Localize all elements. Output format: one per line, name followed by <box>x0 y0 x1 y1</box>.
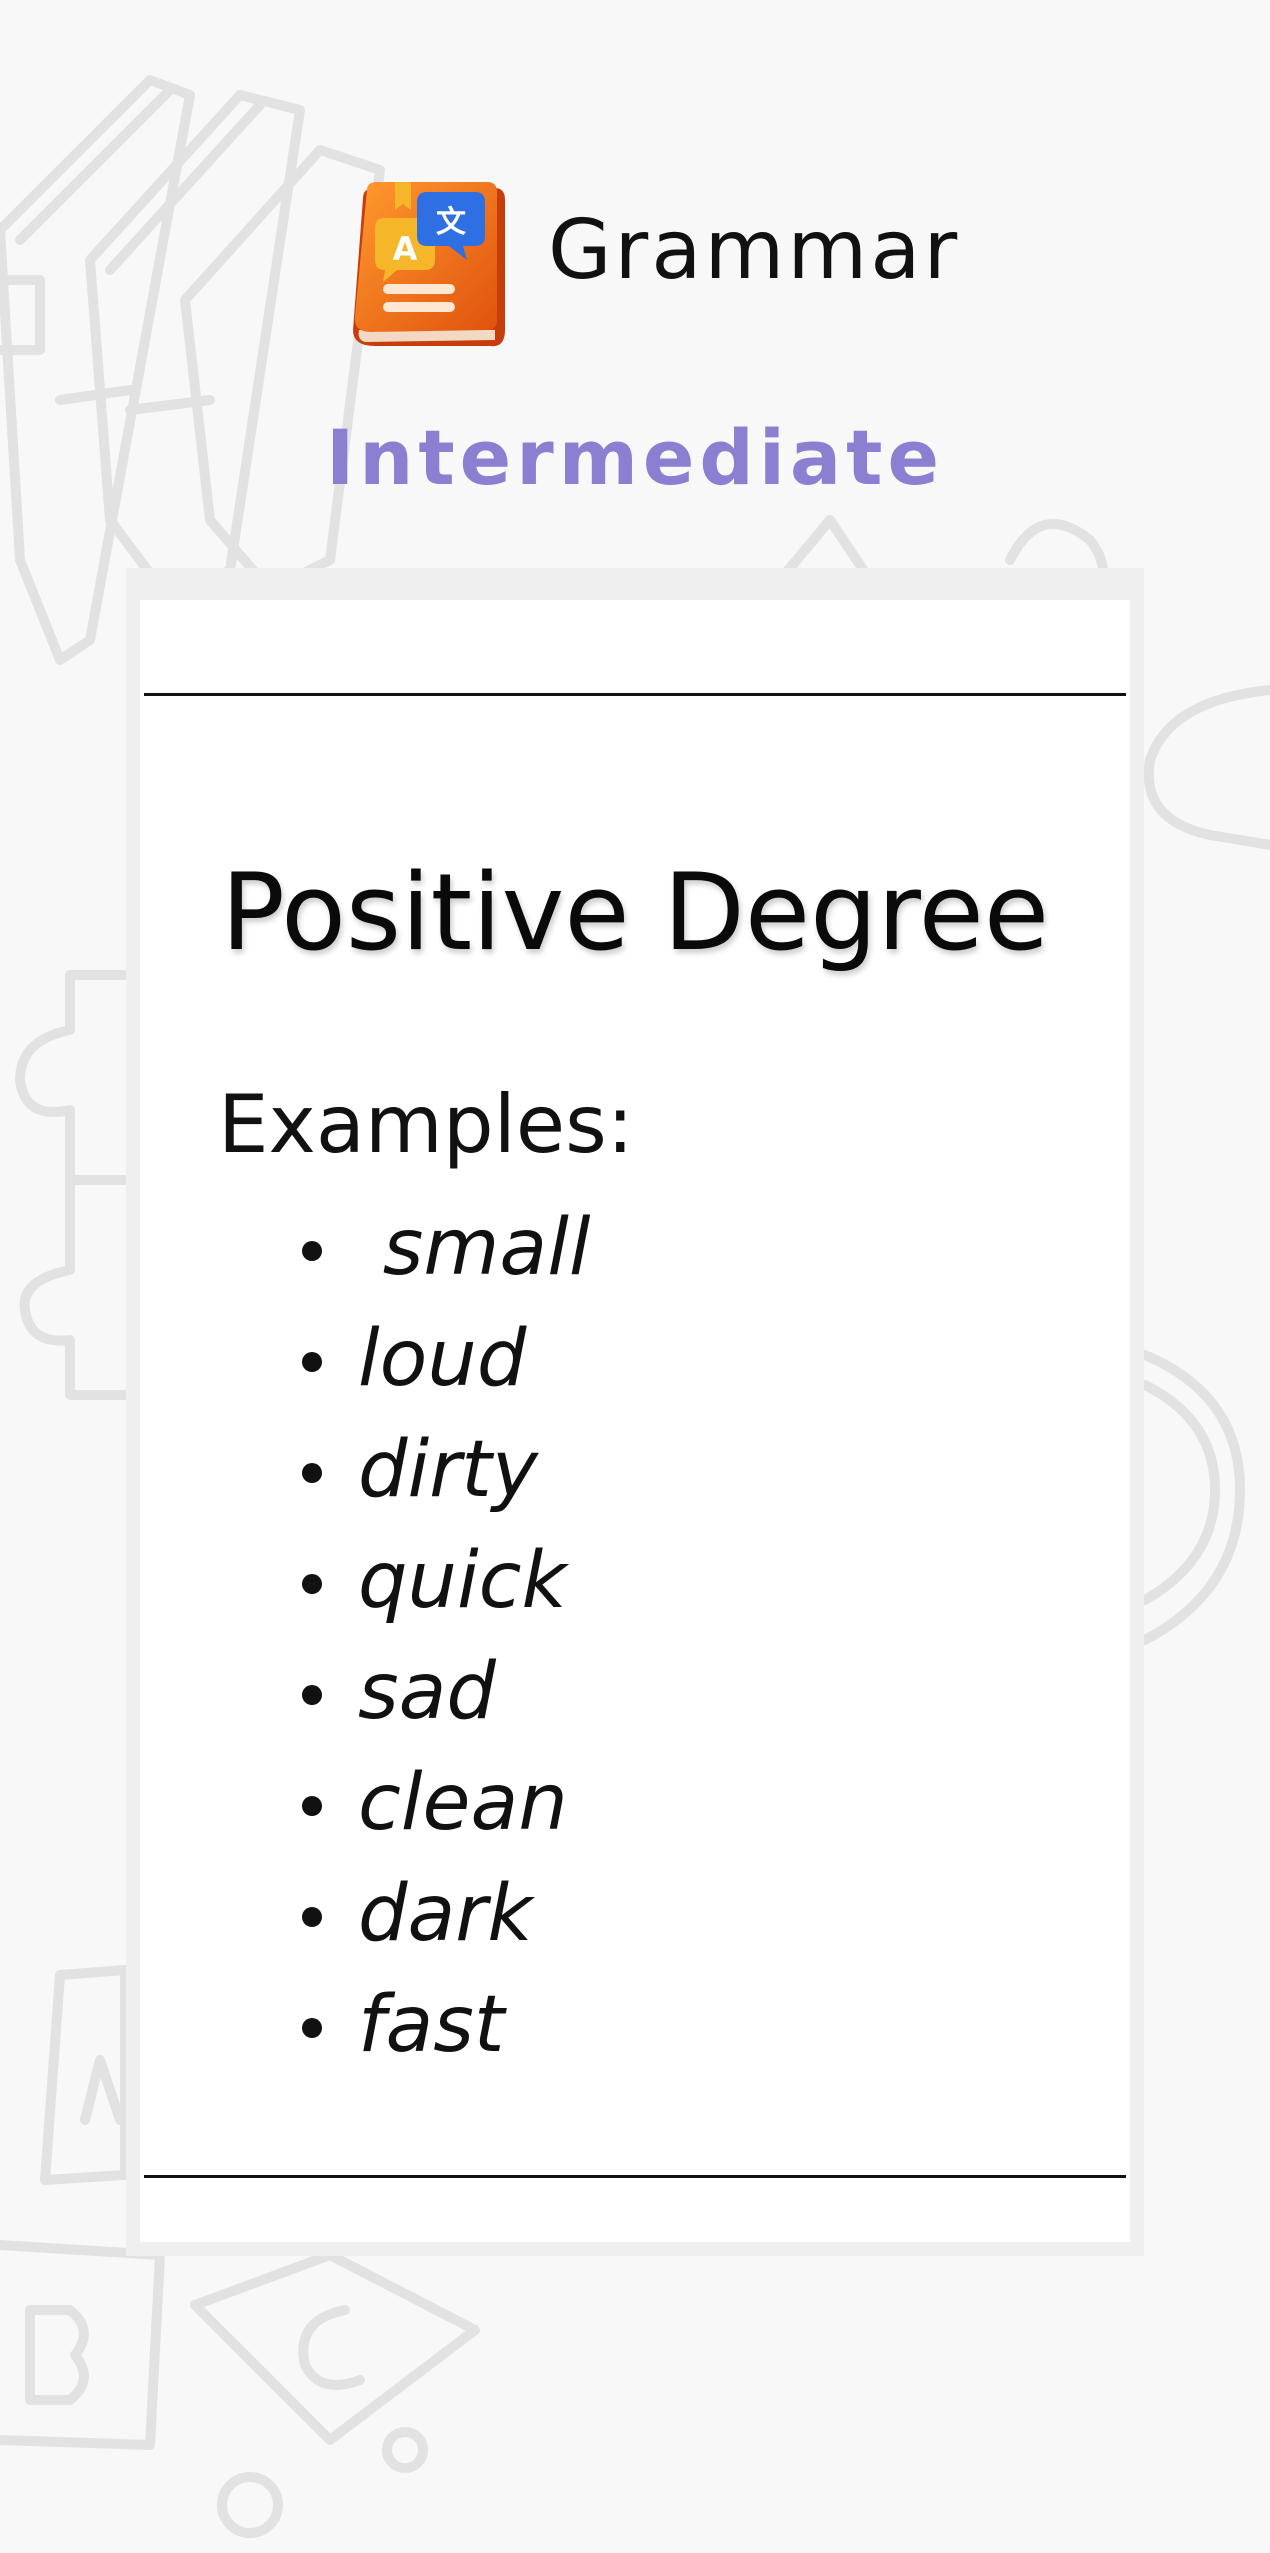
svg-text:A: A <box>393 230 418 268</box>
card-title: Positive Degree <box>220 851 1050 974</box>
bullet-icon <box>302 1463 322 1483</box>
list-item: small <box>298 1193 591 1304</box>
example-word: fast <box>358 1980 505 2070</box>
list-item: dark <box>298 1859 591 1970</box>
bullet-icon <box>302 1685 322 1705</box>
grammar-book-translate-icon: A 文 <box>353 182 505 347</box>
examples-label: Examples: <box>218 1078 634 1171</box>
bullet-icon <box>302 1241 322 1261</box>
bullet-icon <box>302 1574 322 1594</box>
list-item: dirty <box>298 1415 591 1526</box>
list-item: loud <box>298 1304 591 1415</box>
example-word: dark <box>358 1869 533 1959</box>
example-word: sad <box>358 1647 496 1737</box>
list-item: clean <box>298 1748 591 1859</box>
bullet-icon <box>302 1796 322 1816</box>
example-word: small <box>358 1203 591 1293</box>
bullet-icon <box>302 1907 322 1927</box>
example-word: loud <box>358 1314 527 1404</box>
header: A 文 Grammar <box>0 170 1270 360</box>
example-word: quick <box>358 1536 567 1626</box>
puzzle-doodle <box>15 970 130 1400</box>
example-word: clean <box>358 1758 568 1848</box>
list-item: sad <box>298 1637 591 1748</box>
bullet-icon <box>302 1352 322 1372</box>
list-item: fast <box>298 1970 591 2081</box>
card-top-divider <box>144 693 1126 696</box>
card-bottom-divider <box>144 2175 1126 2178</box>
speech-doodle <box>1140 685 1270 1645</box>
svg-text:文: 文 <box>436 205 466 240</box>
lesson-card <box>140 600 1130 2242</box>
examples-list: small loud dirty quick sad clean dark fa… <box>298 1193 591 2081</box>
app-name: Grammar <box>548 203 961 298</box>
bullet-icon <box>302 2018 322 2038</box>
example-word: dirty <box>358 1425 538 1515</box>
level-label: Intermediate <box>325 413 945 502</box>
list-item: quick <box>298 1526 591 1637</box>
page: A 文 Grammar Intermediate Positive Degree… <box>0 0 1270 2553</box>
